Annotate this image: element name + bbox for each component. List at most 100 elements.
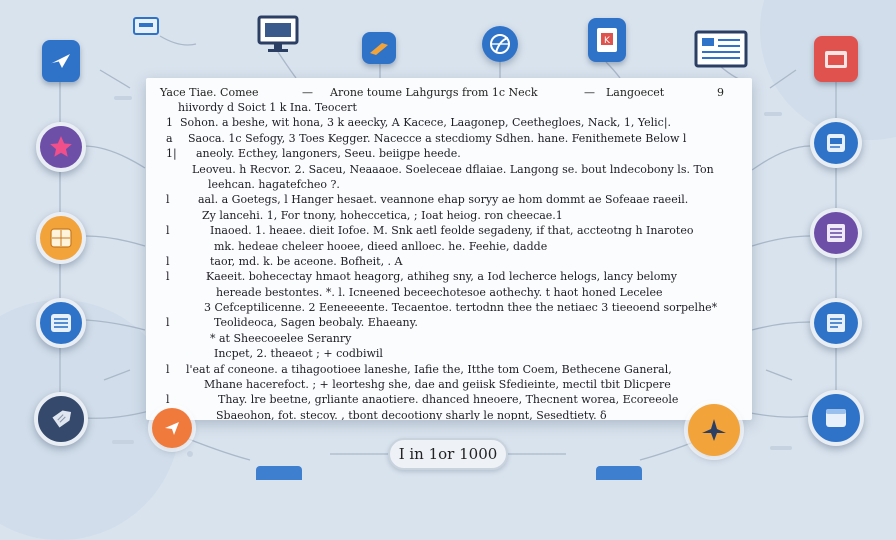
document-line: 3 Cefceptilicenne. 2 Eeneeeente. Tecaent… — [166, 300, 736, 315]
document-line: l Kaeeit. bohecectay hmaot heagorg, athih… — [166, 269, 736, 284]
line-text: aneoly. Ecthey, langoners, Seeu. beiigpe… — [196, 147, 461, 161]
line-marker: l — [166, 393, 170, 407]
send-tile[interactable] — [42, 40, 80, 82]
tag-node[interactable] — [34, 392, 88, 446]
line-text: Mhane hacerefoct. ; + leorteshg she, dae… — [204, 378, 671, 392]
header-right-text: Langoecet — [606, 86, 665, 99]
document-line: 1| aneoly. Ecthey, langoners, Seeu. beiig… — [166, 146, 736, 161]
line-marker: l — [166, 224, 170, 238]
line-text: Zy lancehi. 1, For tnony, hoheccetica, ;… — [202, 208, 563, 222]
line-text: Teolideoca, Sagen beobaly. Ehaeany. — [214, 316, 418, 330]
header-left-text: Yace Tiae. Comee — [160, 86, 259, 99]
document-line: l Inaoed. 1. heaee. dieit Iofoe. M. Snk a… — [166, 223, 736, 238]
globe-node[interactable] — [482, 26, 518, 62]
document-line: l Thay. lre beetne, grliante anaotiere. d… — [166, 392, 736, 407]
document-line: * at Sheecoeelee Seranry — [166, 331, 736, 346]
chat-node[interactable] — [132, 16, 160, 40]
tag-icon — [52, 410, 72, 428]
folder-icon — [370, 43, 388, 55]
notes-node[interactable] — [810, 298, 862, 348]
send-icon — [49, 54, 70, 68]
bottom-tab-right — [596, 466, 642, 480]
bottom-tab-left — [256, 466, 302, 480]
airplane-node[interactable] — [688, 404, 740, 456]
window-node[interactable] — [694, 30, 748, 68]
line-marker: a — [166, 131, 173, 145]
line-text: 3 Cefceptilicenne. 2 Eeneeeente. Tecaent… — [204, 301, 718, 315]
star-node[interactable] — [36, 122, 86, 172]
window-icon — [694, 30, 748, 68]
document-icon — [827, 134, 845, 152]
line-marker: l — [166, 254, 170, 268]
header-center-text: Arone toume Lahgurgs from 1c Neck — [330, 86, 538, 99]
airplane-icon — [702, 419, 726, 441]
line-text: Leoveu. h Recvor. 2. Saceu, Neaaaoe. Soe… — [192, 162, 714, 176]
folder-tile[interactable] — [814, 36, 858, 82]
line-marker: 1| — [166, 147, 177, 161]
line-text: Saoca. 1c Sefogy, 3 Toes Kegger. Nacecce… — [188, 131, 687, 145]
line-text: hiivordy d Soict 1 k Ina. Teocert — [178, 101, 357, 114]
document-line: Mhane hacerefoct. ; + leorteshg she, dae… — [166, 377, 736, 392]
line-marker: l — [166, 270, 170, 284]
line-text: taor, md. k. be aceone. Bofheit, . A — [210, 254, 403, 268]
book-icon: K — [597, 28, 617, 52]
folder-top-tile[interactable] — [362, 32, 396, 64]
document-line: leehcan. hagatefcheo ?. — [166, 177, 736, 192]
folder-icon — [825, 51, 847, 68]
cards-node[interactable] — [810, 208, 862, 258]
list-node[interactable] — [36, 298, 86, 348]
document-line: l Teolideoca, Sagen beobaly. Ehaeany. — [166, 315, 736, 330]
page-number: 9 — [717, 86, 724, 99]
document-line: Leoveu. h Recvor. 2. Saceu, Neaaaoe. Soe… — [166, 162, 736, 177]
grid-icon — [50, 228, 72, 248]
star-icon — [50, 136, 72, 157]
browser-node[interactable] — [808, 390, 864, 446]
line-text: hereade bestontes. *. l. Icneened beceec… — [216, 285, 663, 299]
line-text: l'eat af coneone. a tihagootioee laneshe… — [186, 362, 672, 376]
notes-icon — [827, 314, 845, 332]
line-text: Inaoed. 1. heaee. dieit Iofoe. M. Snk ae… — [210, 224, 694, 238]
send-icon — [165, 422, 179, 435]
globe-icon — [490, 34, 510, 54]
document-line: l l'eat af coneone. a tihagootioee lanesh… — [166, 362, 736, 377]
line-text: Incpet, 2. theaeot ; + codbiwil — [214, 347, 383, 361]
browser-icon — [826, 409, 846, 427]
document-line: Zy lancehi. 1, For tnony, hoheccetica, ;… — [166, 208, 736, 223]
monitor-icon — [257, 15, 299, 52]
header-dash-right: — — [584, 86, 595, 99]
monitor-node[interactable] — [256, 14, 300, 54]
line-marker: 1 — [166, 116, 173, 130]
footer-label[interactable]: I in 1or 1000 — [388, 438, 508, 470]
line-text: leehcan. hagatefcheo ?. — [208, 177, 340, 191]
book-tile[interactable]: K — [588, 18, 626, 62]
line-text: Sbaeohon, fot. stecoy. , tbont decootion… — [216, 408, 607, 420]
document-line: mk. hedeae cheleer hooee, dieed anlloec.… — [166, 239, 736, 254]
line-marker: l — [166, 193, 170, 207]
document-line: Incpet, 2. theaeot ; + codbiwil — [166, 346, 736, 361]
line-text: Sohon. a beshe, wit hona, 3 k aeecky, A … — [180, 116, 672, 130]
footer-label-text: I in 1or 1000 — [398, 445, 498, 463]
chat-icon — [133, 17, 159, 35]
line-marker: l — [166, 362, 170, 376]
document-node[interactable] — [810, 118, 862, 168]
line-text: Thay. lre beetne, grliante anaotiere. dh… — [218, 393, 679, 407]
line-text: * at Sheecoeelee Seranry — [210, 331, 352, 345]
send-bottom-node[interactable] — [152, 408, 192, 448]
line-text: aal. a Goetegs, l Hanger hesaet. veannon… — [198, 193, 689, 207]
line-text: Kaeeit. bohecectay hmaot heagorg, athihe… — [206, 270, 677, 284]
line-text: mk. hedeae cheleer hooee, dieed anlloec.… — [214, 239, 548, 253]
document-line: Sbaeohon, fot. stecoy. , tbont decootion… — [166, 408, 736, 420]
line-marker: l — [166, 316, 170, 330]
document-body: hiivordy d Soict 1 k Ina. Teocert 1 Sohon.… — [166, 100, 736, 420]
document-line: hereade bestontes. *. l. Icneened beceec… — [166, 285, 736, 300]
header-dash-left: — — [302, 86, 313, 99]
document-line: hiivordy d Soict 1 k Ina. Teocert — [166, 100, 736, 115]
list-icon — [51, 314, 71, 332]
document-line: a Saoca. 1c Sefogy, 3 Toes Kegger. Nacecc… — [166, 131, 736, 146]
grid-node[interactable] — [36, 212, 86, 264]
cards-icon — [827, 224, 845, 242]
document-line: l taor, md. k. be aceone. Bofheit, . A — [166, 254, 736, 269]
document-line: 1 Sohon. a beshe, wit hona, 3 k aeecky, A… — [166, 115, 736, 130]
document-panel: Yace Tiae. Comee — Arone toume Lahgurgs … — [146, 78, 752, 420]
document-line: l aal. a Goetegs, l Hanger hesaet. veanno… — [166, 192, 736, 207]
